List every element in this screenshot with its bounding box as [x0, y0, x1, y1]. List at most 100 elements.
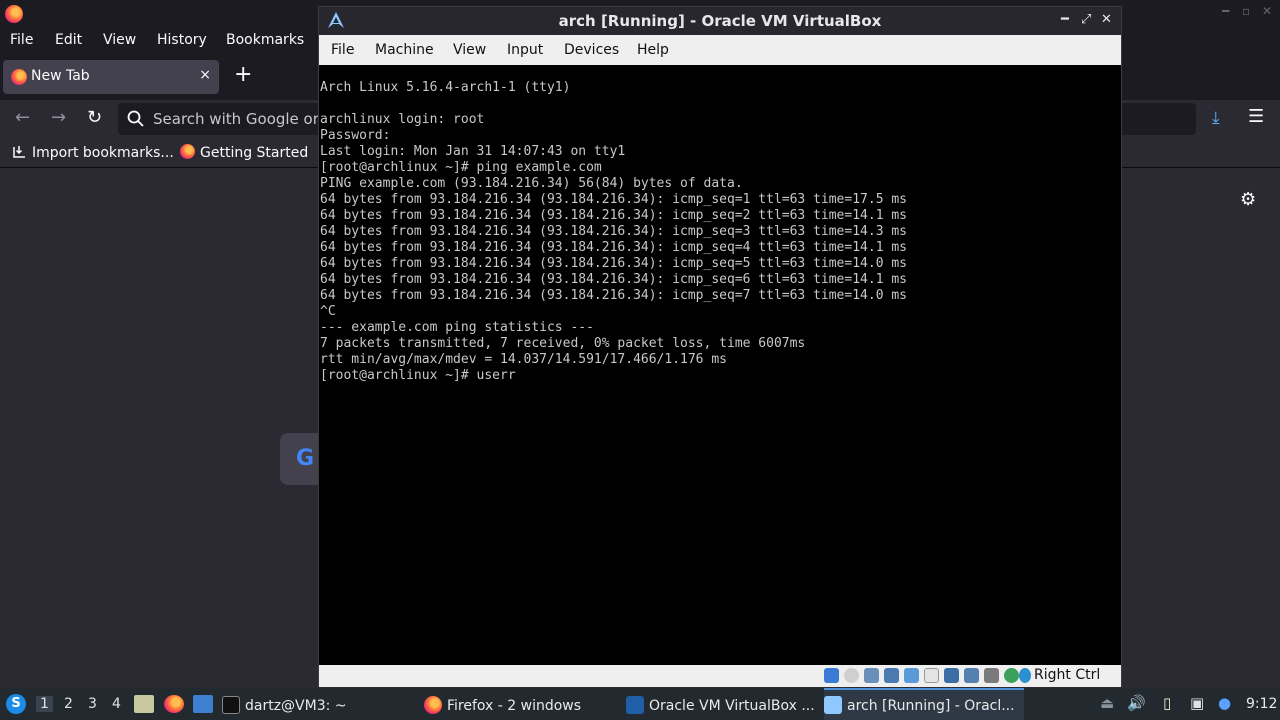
firefox-icon — [424, 696, 442, 714]
terminal-line: 7 packets transmitted, 7 received, 0% pa… — [320, 336, 806, 351]
terminal-line: --- example.com ping statistics --- — [320, 320, 594, 335]
bookmark-import[interactable]: Import bookmarks... — [12, 144, 174, 161]
vbox-statusbar: Right Ctrl — [319, 665, 1121, 687]
vbox-menu-view[interactable]: View — [453, 42, 486, 58]
video-capture-icon[interactable] — [964, 668, 979, 683]
task-virtualbox-manager-label: Oracle VM VirtualBox ... — [649, 698, 815, 714]
forward-icon[interactable]: → — [51, 107, 66, 128]
menu-edit[interactable]: Edit — [55, 32, 82, 48]
terminal-line: 64 bytes from 93.184.216.34 (93.184.216.… — [320, 272, 907, 287]
vbox-menu-input[interactable]: Input — [507, 42, 543, 58]
terminal-line: Last login: Mon Jan 31 14:07:43 on tty1 — [320, 144, 626, 159]
menu-file[interactable]: File — [10, 32, 33, 48]
display-icon[interactable] — [944, 668, 959, 683]
task-arch-vm-label: arch [Running] - Oracl... — [847, 698, 1015, 714]
search-icon — [127, 110, 144, 127]
vbox-titlebar: arch [Running] - Oracle VM VirtualBox ━ … — [319, 7, 1121, 35]
terminal-line: rtt min/avg/max/mdev = 14.037/14.591/17.… — [320, 352, 727, 367]
menu-view[interactable]: View — [103, 32, 136, 48]
mouse-integration-icon[interactable] — [1019, 668, 1031, 683]
cpu-icon[interactable] — [984, 668, 999, 683]
firefox-logo-icon — [5, 5, 23, 23]
desktop: ━ ▫ ✕ File Edit View History Bookmarks N… — [0, 0, 1280, 720]
network-icon[interactable] — [884, 668, 899, 683]
terminal-line: Arch Linux 5.16.4-arch1-1 (tty1) — [320, 80, 571, 95]
virtualization-icon[interactable] — [1004, 668, 1019, 683]
taskbar: S 1 2 3 4 dartz@VM3: ~ Firefox - 2 windo… — [0, 688, 1280, 720]
reload-icon[interactable]: ↻ — [87, 107, 102, 128]
terminal-line: 64 bytes from 93.184.216.34 (93.184.216.… — [320, 224, 907, 239]
usb-icon[interactable] — [904, 668, 919, 683]
vbox-menu-machine[interactable]: Machine — [375, 42, 434, 58]
hard-disk-icon[interactable] — [824, 668, 839, 683]
bookmark-getting-started-label: Getting Started — [200, 145, 309, 161]
vbox-menubar: File Machine View Input Devices Help — [319, 35, 1121, 65]
terminal-line: 64 bytes from 93.184.216.34 (93.184.216.… — [320, 208, 907, 223]
host-key-label: Right Ctrl — [1034, 667, 1101, 683]
desktop-4[interactable]: 4 — [112, 696, 121, 712]
bookmark-import-label: Import bookmarks... — [32, 145, 174, 161]
menu-history[interactable]: History — [157, 32, 207, 48]
google-logo-icon: G — [296, 446, 315, 471]
vm-console[interactable]: Arch Linux 5.16.4-arch1-1 (tty1) archlinu… — [319, 65, 1121, 665]
task-virtualbox-manager[interactable]: Oracle VM VirtualBox ... — [626, 688, 820, 720]
new-tab-button[interactable]: + — [234, 63, 252, 87]
vbox-maximize-icon[interactable]: ⤢ — [1081, 12, 1091, 27]
import-icon — [13, 146, 25, 158]
terminal-line: ^C — [320, 304, 336, 319]
optical-drive-icon[interactable] — [844, 668, 859, 683]
terminal-line: Password: — [320, 128, 391, 143]
start-menu-icon[interactable]: S — [6, 694, 26, 714]
terminal-line: [root@archlinux ~]# ping example.com — [320, 160, 602, 175]
maximize-icon[interactable]: ▫ — [1242, 4, 1250, 18]
updates-icon[interactable]: ● — [1218, 694, 1231, 712]
terminal-icon — [222, 696, 240, 714]
terminal-line: archlinux login: root — [320, 112, 485, 127]
vbox-title: arch [Running] - Oracle VM VirtualBox — [558, 12, 882, 30]
virtualbox-window: arch [Running] - Oracle VM VirtualBox ━ … — [318, 6, 1122, 687]
url-placeholder: Search with Google or e — [153, 110, 333, 128]
desktop-1[interactable]: 1 — [36, 696, 53, 712]
back-icon[interactable]: ← — [15, 107, 30, 128]
vbox-close-icon[interactable]: ✕ — [1101, 12, 1112, 27]
terminal-line: 64 bytes from 93.184.216.34 (93.184.216.… — [320, 192, 907, 207]
task-firefox-label: Firefox - 2 windows — [447, 698, 582, 714]
terminal-line: 64 bytes from 93.184.216.34 (93.184.216.… — [320, 288, 907, 303]
show-desktop-icon[interactable] — [193, 695, 213, 713]
terminal-line: [root@archlinux ~]# userr — [320, 368, 516, 383]
firefox-favicon-icon — [11, 69, 27, 85]
vbox-menu-file[interactable]: File — [331, 42, 354, 58]
display-tray-icon[interactable]: ▣ — [1190, 694, 1204, 712]
terminal-line: PING example.com (93.184.216.34) 56(84) … — [320, 176, 743, 191]
tab-label: New Tab — [31, 68, 90, 84]
shared-folders-icon[interactable] — [924, 668, 939, 683]
virtualbox-arch-icon — [824, 696, 842, 714]
close-icon[interactable]: ✕ — [1262, 4, 1272, 18]
tab-close-icon[interactable]: × — [199, 67, 211, 83]
task-arch-vm[interactable]: arch [Running] - Oracl... — [824, 688, 1024, 720]
file-manager-launcher-icon[interactable] — [134, 695, 154, 713]
desktop-2[interactable]: 2 — [64, 696, 73, 712]
terminal-line: 64 bytes from 93.184.216.34 (93.184.216.… — [320, 240, 907, 255]
task-terminal-label: dartz@VM3: ~ — [245, 698, 347, 714]
firefox-launcher-icon[interactable] — [164, 695, 184, 713]
minimize-icon[interactable]: ━ — [1222, 4, 1229, 18]
desktop-3[interactable]: 3 — [88, 696, 97, 712]
virtualbox-icon — [626, 696, 644, 714]
bookmark-getting-started[interactable]: Getting Started — [180, 144, 308, 161]
task-terminal[interactable]: dartz@VM3: ~ — [222, 688, 417, 720]
volume-icon[interactable]: 🔊 — [1127, 694, 1146, 712]
audio-icon[interactable] — [864, 668, 879, 683]
clock: 9:12 — [1246, 696, 1278, 712]
tray-up-icon[interactable]: ⏏ — [1100, 694, 1114, 712]
vbox-menu-devices[interactable]: Devices — [564, 42, 619, 58]
download-icon[interactable]: ⤓ — [1212, 108, 1220, 128]
settings-gear-icon[interactable]: ⚙ — [1240, 189, 1256, 210]
vbox-menu-help[interactable]: Help — [637, 42, 669, 58]
clipboard-icon[interactable]: ▯ — [1163, 694, 1171, 712]
vbox-minimize-icon[interactable]: ━ — [1061, 12, 1069, 27]
tab-new-tab[interactable]: New Tab × — [3, 60, 219, 94]
menu-bookmarks[interactable]: Bookmarks — [226, 32, 304, 48]
menu-hamburger-icon[interactable]: ☰ — [1248, 106, 1264, 127]
task-firefox[interactable]: Firefox - 2 windows — [424, 688, 620, 720]
